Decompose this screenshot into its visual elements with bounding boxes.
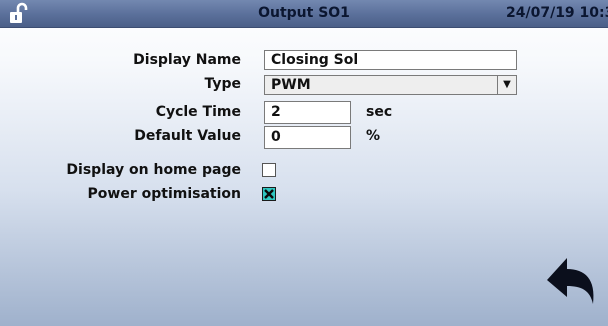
display-name-field[interactable]: Closing Sol xyxy=(264,50,517,70)
cycle-time-field[interactable]: 2 xyxy=(264,101,351,124)
display-name-label: Display Name xyxy=(133,52,241,68)
type-select[interactable]: PWM ▼ xyxy=(264,75,517,95)
cycle-time-label: Cycle Time xyxy=(155,104,241,120)
cycle-time-unit: sec xyxy=(366,104,393,120)
default-value-unit: % xyxy=(366,128,381,144)
title-bar: Output SO1 24/07/19 10:34 xyxy=(0,0,608,28)
power-optimisation-checkbox[interactable] xyxy=(262,187,276,201)
power-optimisation-label: Power optimisation xyxy=(87,186,241,202)
type-selected-value: PWM xyxy=(271,77,311,93)
date-time-display: 24/07/19 10:34 xyxy=(506,5,608,21)
output-settings-screen: Output SO1 24/07/19 10:34 Display Name C… xyxy=(0,0,608,326)
display-on-home-page-label: Display on home page xyxy=(66,162,241,178)
back-arrow-icon[interactable] xyxy=(541,252,599,308)
chevron-down-icon[interactable]: ▼ xyxy=(497,76,516,94)
default-value-label: Default Value xyxy=(134,128,241,144)
type-label: Type xyxy=(204,76,241,92)
checkmark-x-icon xyxy=(264,189,274,199)
default-value-field[interactable]: 0 xyxy=(264,126,351,149)
display-on-home-page-checkbox[interactable] xyxy=(262,163,276,177)
